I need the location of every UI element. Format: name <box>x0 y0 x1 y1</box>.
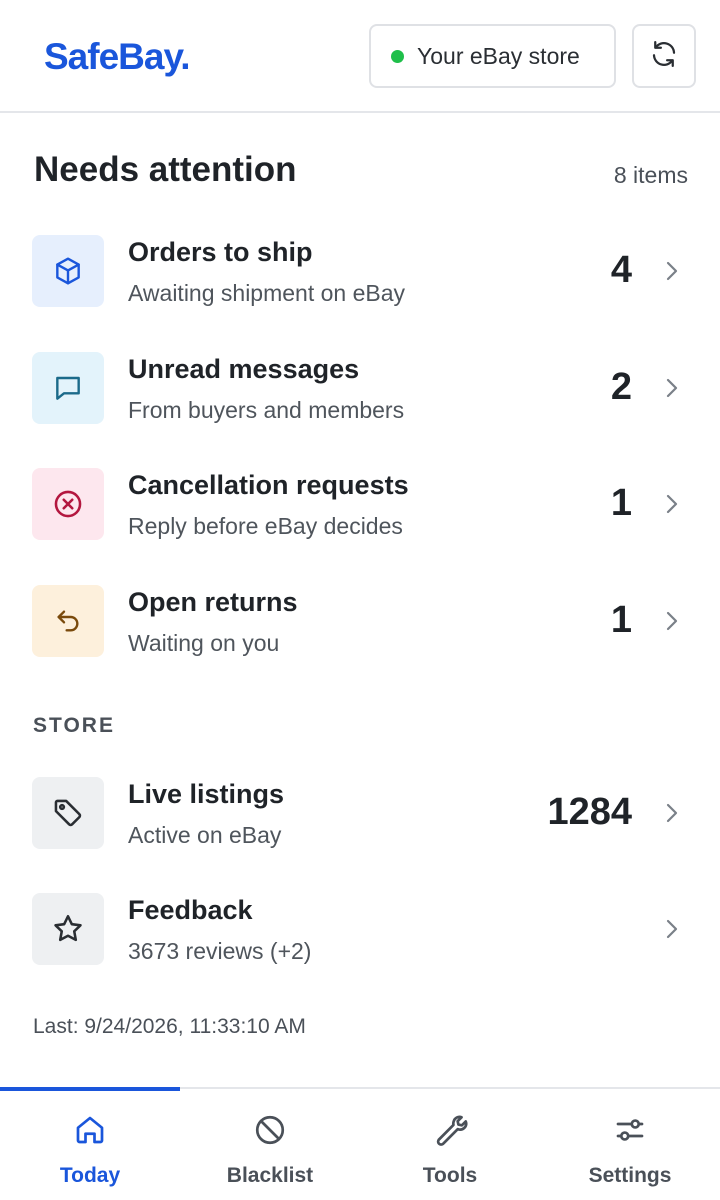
needs-attention-title: Needs attention <box>34 150 297 189</box>
online-status-dot <box>391 49 404 63</box>
chevron-right-icon <box>660 490 684 518</box>
row-subtitle: Active on eBay <box>128 822 282 848</box>
nav-label: Today <box>59 1164 121 1187</box>
wrench-icon <box>430 1110 470 1150</box>
nav-label: Settings <box>588 1164 672 1187</box>
nav-tab-settings[interactable]: Settings <box>540 1089 720 1200</box>
nav-tab-blacklist[interactable]: Blacklist <box>180 1089 360 1200</box>
bottom-nav: Today Blacklist Tools Settings <box>0 1087 720 1200</box>
chevron-right-icon <box>660 915 684 943</box>
sliders-icon <box>610 1110 650 1150</box>
row-unread-messages[interactable]: Unread messages From buyers and members … <box>0 352 720 452</box>
home-icon <box>70 1110 110 1150</box>
row-subtitle: Reply before eBay decides <box>128 513 403 539</box>
refresh-icon <box>649 39 679 74</box>
chevron-right-icon <box>660 374 684 402</box>
message-icon <box>32 352 104 424</box>
row-subtitle: Waiting on you <box>128 630 280 656</box>
chevron-right-icon <box>660 799 684 827</box>
store-selector-button[interactable]: Your eBay store <box>369 24 616 88</box>
row-orders-to-ship[interactable]: Orders to ship Awaiting shipment on eBay… <box>0 235 720 335</box>
row-count: 4 <box>610 249 632 291</box>
row-feedback[interactable]: Feedback 3673 reviews (+2) <box>0 893 720 993</box>
refresh-button[interactable] <box>632 24 696 88</box>
chevron-right-icon <box>660 257 684 285</box>
row-title: Cancellation requests <box>128 470 409 500</box>
block-icon <box>250 1110 290 1150</box>
row-count: 1284 <box>547 791 632 833</box>
row-title: Unread messages <box>128 354 360 384</box>
chevron-right-icon <box>660 607 684 635</box>
row-title: Orders to ship <box>128 237 313 267</box>
cancel-circle-icon <box>32 468 104 540</box>
nav-label: Tools <box>422 1164 478 1187</box>
last-updated-timestamp: Last: 9/24/2026, 11:33:10 AM <box>33 1015 306 1038</box>
package-icon <box>32 235 104 307</box>
store-section-label: STORE <box>33 714 115 737</box>
nav-tab-tools[interactable]: Tools <box>360 1089 540 1200</box>
row-count: 1 <box>610 482 632 524</box>
row-cancellation-requests[interactable]: Cancellation requests Reply before eBay … <box>0 468 720 568</box>
row-subtitle: From buyers and members <box>128 397 405 423</box>
row-title: Open returns <box>128 587 298 617</box>
tag-icon <box>32 777 104 849</box>
row-open-returns[interactable]: Open returns Waiting on you 1 <box>0 585 720 685</box>
row-count: 1 <box>610 599 632 641</box>
nav-tab-today[interactable]: Today <box>0 1089 180 1200</box>
row-subtitle: Awaiting shipment on eBay <box>128 280 406 306</box>
active-tab-indicator <box>0 1087 180 1091</box>
row-title: Feedback <box>128 895 253 925</box>
row-subtitle: 3673 reviews (+2) <box>128 938 312 964</box>
row-count: 2 <box>610 366 632 408</box>
needs-attention-count: 8 items <box>613 162 688 188</box>
app-header: SafeBay. Your eBay store <box>0 0 720 113</box>
nav-label: Blacklist <box>226 1164 314 1187</box>
star-icon <box>32 893 104 965</box>
row-live-listings[interactable]: Live listings Active on eBay 1284 <box>0 777 720 877</box>
row-title: Live listings <box>128 779 285 809</box>
store-selector-label: Your eBay store <box>417 42 580 69</box>
app-logo[interactable]: SafeBay. <box>44 36 191 78</box>
return-arrow-icon <box>32 585 104 657</box>
